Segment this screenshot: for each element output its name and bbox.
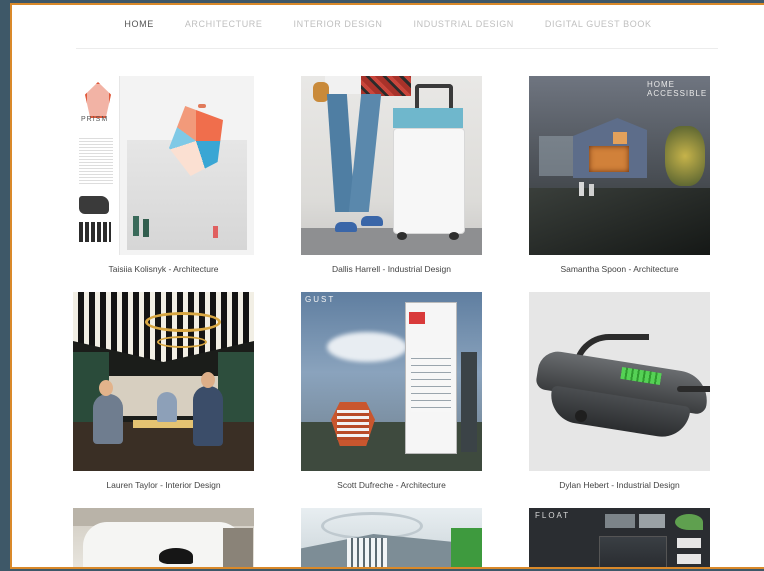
nav-architecture[interactable]: ARCHITECTURE <box>185 19 263 29</box>
nav-industrial-design[interactable]: INDUSTRIAL DESIGN <box>414 19 514 29</box>
project-title-text: PRISM <box>81 116 109 123</box>
project-caption[interactable]: Lauren Taylor - Interior Design <box>73 480 254 490</box>
project-thumbnail[interactable] <box>301 508 482 567</box>
project-caption[interactable]: Taisiia Kolisnyk - Architecture <box>73 264 254 274</box>
gallery-item-row3-3[interactable]: FLOAT <box>529 508 710 567</box>
gallery-item-kolisnyk[interactable]: PRISM Taisiia Kolisnyk - Architecture <box>73 76 254 274</box>
page-frame: HOME ARCHITECTURE INTERIOR DESIGN INDUST… <box>10 3 764 569</box>
nav-interior-design[interactable]: INTERIOR DESIGN <box>294 19 383 29</box>
nav-digital-guest-book[interactable]: DIGITAL GUEST BOOK <box>545 19 652 29</box>
nav-divider <box>76 48 718 49</box>
project-title-text: GUST <box>305 295 336 304</box>
gallery-item-dufreche[interactable]: GUST Scott Dufreche - Architecture <box>301 292 482 490</box>
project-title-text: HOME ACCESSIBLE <box>647 80 708 98</box>
project-thumbnail[interactable]: HOME ACCESSIBLE <box>529 76 710 255</box>
project-thumbnail[interactable] <box>73 292 254 471</box>
project-thumbnail[interactable] <box>301 76 482 255</box>
project-thumbnail[interactable]: FLOAT <box>529 508 710 567</box>
gallery-item-row3-1[interactable] <box>73 508 254 567</box>
gallery-item-spoon[interactable]: HOME ACCESSIBLE Samantha Spoon - Archite… <box>529 76 710 274</box>
main-nav: HOME ARCHITECTURE INTERIOR DESIGN INDUST… <box>12 13 764 35</box>
gallery-item-row3-2[interactable] <box>301 508 482 567</box>
project-caption[interactable]: Samantha Spoon - Architecture <box>529 264 710 274</box>
project-caption[interactable]: Scott Dufreche - Architecture <box>301 480 482 490</box>
project-thumbnail[interactable] <box>73 508 254 567</box>
gallery-item-hebert[interactable]: Dylan Hebert - Industrial Design <box>529 292 710 490</box>
project-caption[interactable]: Dylan Hebert - Industrial Design <box>529 480 710 490</box>
project-title-text: FLOAT <box>535 511 571 520</box>
project-thumbnail[interactable]: PRISM <box>73 76 254 255</box>
project-thumbnail[interactable] <box>529 292 710 471</box>
project-thumbnail[interactable]: GUST <box>301 292 482 471</box>
gallery-item-harrell[interactable]: Dallis Harrell - Industrial Design <box>301 76 482 274</box>
nav-home[interactable]: HOME <box>124 19 153 29</box>
gallery-item-taylor[interactable]: Lauren Taylor - Interior Design <box>73 292 254 490</box>
project-caption[interactable]: Dallis Harrell - Industrial Design <box>301 264 482 274</box>
